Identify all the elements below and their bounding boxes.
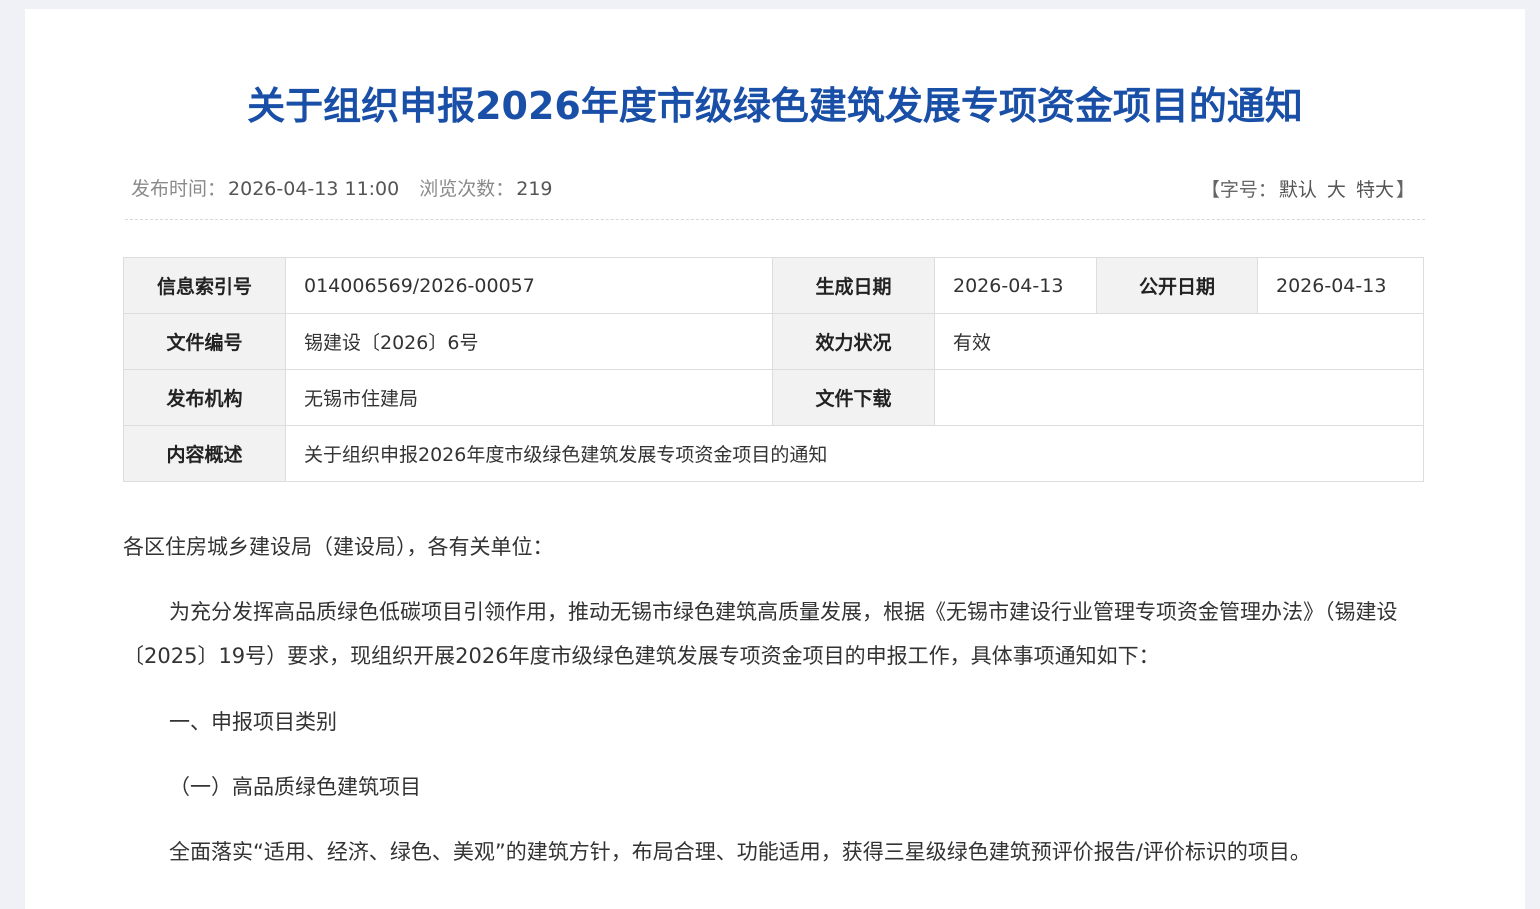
summary-value: 关于组织申报2026年度市级绿色建筑发展专项资金项目的通知: [285, 425, 1424, 482]
created-date-label: 生成日期: [772, 257, 935, 314]
index-value: 014006569/2026-00057: [285, 257, 773, 314]
article-meta: 发布时间： 2026-04-13 11:00 浏览次数： 219: [131, 174, 553, 201]
doc-number-value: 锡建设〔2026〕6号: [285, 313, 773, 370]
body-paragraph: 全面落实“适用、经济、绿色、美观”的建筑方针，布局合理、功能适用，获得三星级绿色…: [169, 840, 1311, 864]
table-row: 发布机构 无锡市住建局 文件下载: [123, 369, 1424, 426]
summary-label: 内容概述: [123, 425, 286, 482]
article-title: 关于组织申报2026年度市级绿色建筑发展专项资金项目的通知: [247, 84, 1303, 128]
table-row: 信息索引号 014006569/2026-00057 生成日期 2026-04-…: [123, 257, 1424, 314]
font-size-large-link[interactable]: 大: [1327, 179, 1346, 201]
publisher-label: 发布机构: [123, 369, 286, 426]
meta-divider: [125, 219, 1425, 220]
font-size-xlarge-link[interactable]: 特大: [1356, 179, 1394, 201]
salutation: 各区住房城乡建设局（建设局），各有关单位：: [123, 535, 554, 559]
article-page: 关于组织申报2026年度市级绿色建筑发展专项资金项目的通知 发布时间： 2026-…: [25, 9, 1525, 909]
publisher-value: 无锡市住建局: [285, 369, 773, 426]
validity-value: 有效: [934, 313, 1424, 370]
font-size-prefix: 【字号：: [1200, 179, 1277, 201]
file-download-label: 文件下载: [772, 369, 935, 426]
publish-time-value: 2026-04-13 11:00: [228, 178, 400, 200]
public-date-label: 公开日期: [1096, 257, 1258, 314]
view-count-value: 219: [516, 178, 553, 200]
subsection-heading: （一）高品质绿色建筑项目: [169, 775, 421, 799]
body-paragraph: 为充分发挥高品质绿色低碳项目引领作用，推动无锡市绿色建筑高质量发展，根据《无锡市…: [123, 600, 1398, 668]
section-heading: 一、申报项目类别: [169, 710, 337, 734]
view-count-label: 浏览次数：: [419, 178, 515, 200]
validity-label: 效力状况: [772, 313, 935, 370]
info-table: 信息索引号 014006569/2026-00057 生成日期 2026-04-…: [123, 257, 1424, 482]
created-date-value: 2026-04-13: [934, 257, 1097, 314]
font-size-default-link[interactable]: 默认: [1279, 179, 1317, 201]
publish-time-label: 发布时间：: [131, 178, 227, 200]
index-label: 信息索引号: [123, 257, 286, 314]
public-date-value: 2026-04-13: [1257, 257, 1424, 314]
table-row: 内容概述 关于组织申报2026年度市级绿色建筑发展专项资金项目的通知: [123, 425, 1424, 482]
file-download-value: [934, 369, 1424, 426]
font-size-suffix: 】: [1395, 179, 1415, 201]
font-size-switcher: 【字号： 默认 大 特大】: [1201, 175, 1415, 202]
table-row: 文件编号 锡建设〔2026〕6号 效力状况 有效: [123, 313, 1424, 370]
doc-number-label: 文件编号: [123, 313, 286, 370]
